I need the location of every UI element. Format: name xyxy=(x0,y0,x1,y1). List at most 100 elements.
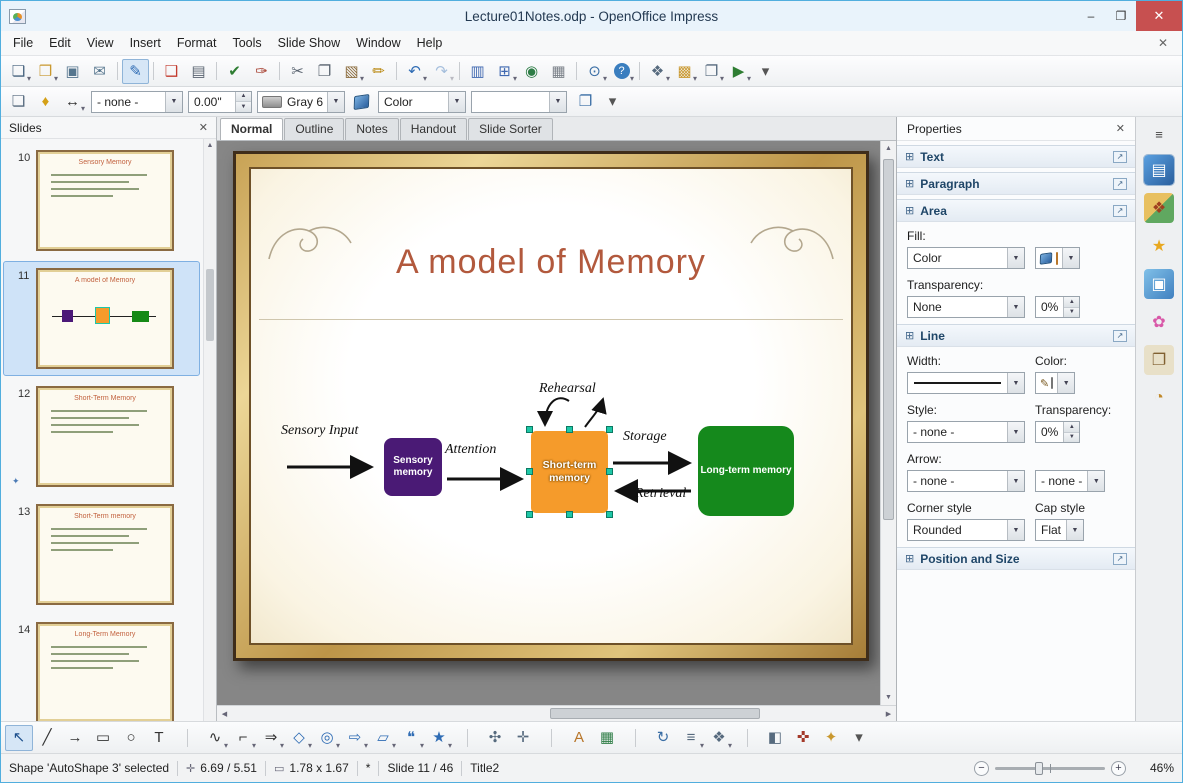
save-icon[interactable]: ▣ xyxy=(59,59,86,84)
fill-color-select[interactable] xyxy=(471,90,567,113)
spinner-buttons[interactable] xyxy=(235,91,251,112)
dropdown-arrow-icon[interactable] xyxy=(1087,471,1105,491)
selection-handle[interactable] xyxy=(526,426,533,433)
glue-points-icon[interactable]: ✛ xyxy=(509,725,537,751)
spin-down-icon[interactable] xyxy=(1064,307,1080,317)
menu-item[interactable]: Help xyxy=(409,32,451,54)
slide-page-inner[interactable]: A model of Memory Sensory Input Attentio… xyxy=(249,167,853,645)
area-fill-color-select[interactable] xyxy=(1035,247,1080,269)
close-icon[interactable] xyxy=(199,121,208,134)
slide-thumbnail-12[interactable]: 12 Short-Term Memory xyxy=(3,379,200,494)
tab-slide-sorter[interactable]: Slide Sorter xyxy=(468,118,553,140)
scrollbar-thumb[interactable] xyxy=(206,269,214,341)
toolbar-options-icon[interactable]: ▾ xyxy=(599,89,626,114)
sidebar-gallery-icon[interactable]: ❖ xyxy=(1144,193,1174,223)
tab-outline[interactable]: Outline xyxy=(284,118,345,140)
line-transparency-spinner[interactable]: 0% xyxy=(1035,421,1081,443)
slide-thumbnail-image[interactable]: Sensory Memory xyxy=(36,150,174,251)
slide-canvas-page[interactable]: A model of Memory Sensory Input Attentio… xyxy=(233,151,869,661)
undo-icon[interactable]: ↶ xyxy=(401,59,428,84)
gallery-icon[interactable]: ▩ xyxy=(671,59,698,84)
line-color-select[interactable]: Gray 6 xyxy=(257,90,345,113)
label-storage[interactable]: Storage xyxy=(623,429,667,445)
dropdown-arrow-icon[interactable] xyxy=(1007,248,1024,268)
line-style-select[interactable]: - none - xyxy=(91,90,183,113)
symbol-shapes-icon[interactable]: ◎ xyxy=(313,725,341,751)
section-header-area[interactable]: Area xyxy=(897,199,1135,222)
line-width-select[interactable] xyxy=(907,372,1025,394)
open-icon[interactable]: ❒ xyxy=(32,59,59,84)
styles-window-icon[interactable]: ❏ xyxy=(5,89,32,114)
edit-points-icon[interactable]: ✣ xyxy=(481,725,509,751)
dropdown-arrow-icon[interactable] xyxy=(1062,248,1079,268)
email-icon[interactable]: ✉ xyxy=(86,59,113,84)
ellipse-icon[interactable]: ○ xyxy=(117,725,145,751)
rotate-icon[interactable]: ↻ xyxy=(649,725,677,751)
tab-handout[interactable]: Handout xyxy=(399,118,468,140)
spinner-buttons[interactable] xyxy=(1063,422,1080,442)
close-icon[interactable] xyxy=(1116,122,1125,135)
section-header-paragraph[interactable]: Paragraph xyxy=(897,172,1135,195)
zoom-out-icon[interactable]: − xyxy=(974,760,989,776)
dropdown-arrow-icon[interactable] xyxy=(1007,422,1024,442)
spin-down-icon[interactable] xyxy=(1064,432,1080,442)
dropdown-arrow-icon[interactable] xyxy=(1057,373,1075,393)
animation-effects-icon[interactable]: ✦ xyxy=(817,725,845,751)
text-icon[interactable]: T xyxy=(145,725,173,751)
line-style-select[interactable]: - none - xyxy=(907,421,1025,443)
expand-icon[interactable] xyxy=(905,329,914,342)
slide-info[interactable]: Slide 11 / 46 xyxy=(387,761,453,775)
grid-icon[interactable]: ▦ xyxy=(545,59,572,84)
dropdown-arrow-icon[interactable] xyxy=(448,91,465,112)
slide-thumbnail-13[interactable]: 13 Short-Term memory xyxy=(3,497,200,612)
hyperlink-icon[interactable]: ◉ xyxy=(518,59,545,84)
expand-icon[interactable] xyxy=(905,150,914,163)
menu-item[interactable]: Slide Show xyxy=(270,32,349,54)
cap-style-select[interactable]: Flat xyxy=(1035,519,1085,541)
extrusion-icon[interactable]: ◧ xyxy=(761,725,789,751)
toolbar-options-icon[interactable]: ▾ xyxy=(845,725,873,751)
slide-thumbnail-14[interactable]: 14 Long-Term Memory xyxy=(3,615,200,721)
line-color-select[interactable] xyxy=(1035,372,1076,394)
scrollbar-thumb[interactable] xyxy=(883,159,894,520)
arrow-icon[interactable]: → xyxy=(61,725,89,751)
sidebar-custom-animation-icon[interactable]: ✿ xyxy=(1144,307,1174,337)
cut-icon[interactable]: ✂ xyxy=(284,59,311,84)
scroll-up-icon[interactable] xyxy=(881,141,896,156)
dialog-launcher-icon[interactable] xyxy=(1113,204,1127,217)
menu-item[interactable]: View xyxy=(79,32,122,54)
sidebar-master-pages-icon[interactable]: ❐ xyxy=(1144,345,1174,375)
display-mode-icon[interactable]: ❐ xyxy=(698,59,725,84)
dropdown-arrow-icon[interactable] xyxy=(1007,297,1024,317)
help-icon[interactable]: ? xyxy=(608,59,635,84)
interaction-icon[interactable]: ✜ xyxy=(789,725,817,751)
horizontal-scrollbar[interactable] xyxy=(217,705,896,721)
menu-item[interactable]: File xyxy=(5,32,41,54)
tab-notes[interactable]: Notes xyxy=(345,118,399,140)
line-icon[interactable]: ╱ xyxy=(33,725,61,751)
slide-title[interactable]: A model of Memory xyxy=(251,243,851,282)
close-button[interactable]: ✕ xyxy=(1136,1,1182,31)
workspace[interactable]: A model of Memory Sensory Input Attentio… xyxy=(217,141,880,705)
menu-item[interactable]: Window xyxy=(348,32,408,54)
scrollbar-thumb[interactable] xyxy=(549,708,761,719)
dropdown-arrow-icon[interactable] xyxy=(1007,373,1024,393)
slide-thumbnail-image[interactable]: Short-Term memory xyxy=(36,504,174,605)
area-transparency-type-select[interactable]: None xyxy=(907,296,1025,318)
toolbar-options-icon[interactable]: ▾ xyxy=(752,59,779,84)
section-header-text[interactable]: Text xyxy=(897,145,1135,168)
dropdown-arrow-icon[interactable] xyxy=(1007,471,1024,491)
curve-icon[interactable]: ∿ xyxy=(201,725,229,751)
fill-type-select[interactable]: Color xyxy=(378,90,466,113)
spin-down-icon[interactable] xyxy=(236,102,251,112)
zoom-icon[interactable]: ⊙ xyxy=(581,59,608,84)
dialog-launcher-icon[interactable] xyxy=(1113,150,1127,163)
zoom-slider[interactable] xyxy=(995,761,1105,775)
copy-icon[interactable]: ❐ xyxy=(311,59,338,84)
dropdown-arrow-icon[interactable] xyxy=(327,91,344,112)
presentation-icon[interactable]: ▶ xyxy=(725,59,752,84)
label-attention[interactable]: Attention xyxy=(445,442,496,458)
paste-icon[interactable]: ▧ xyxy=(338,59,365,84)
callouts-icon[interactable]: ❝ xyxy=(397,725,425,751)
spin-up-icon[interactable] xyxy=(1064,297,1080,308)
